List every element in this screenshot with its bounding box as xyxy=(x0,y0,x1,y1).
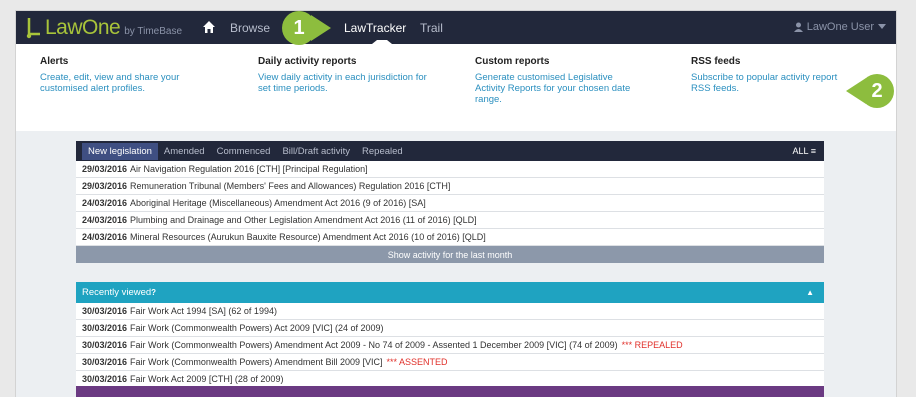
tab-commenced[interactable]: Commenced xyxy=(211,143,277,160)
row-date: 29/03/2016 xyxy=(82,181,128,191)
status-flag-assented: *** ASSENTED xyxy=(386,357,448,367)
bottom-panel-header[interactable] xyxy=(76,386,824,397)
submenu-title: Daily activity reports xyxy=(258,56,357,67)
all-filter-label: ALL xyxy=(792,146,809,156)
row-title[interactable]: Fair Work (Commonwealth Powers) Amendmen… xyxy=(130,357,382,367)
row-title[interactable]: Fair Work (Commonwealth Powers) Amendmen… xyxy=(130,340,618,350)
nav-trail[interactable]: Trail xyxy=(420,21,443,35)
top-navigation-bar: LawOne by TimeBase Browse LawTracker Tra… xyxy=(16,11,896,44)
submenu-description[interactable]: Create, edit, view and share your custom… xyxy=(40,72,210,94)
table-row[interactable]: 30/03/2016 Fair Work (Commonwealth Powers… xyxy=(76,337,824,354)
row-title[interactable]: Aboriginal Heritage (Miscellaneous) Amen… xyxy=(130,198,426,208)
hamburger-icon: ≡ xyxy=(810,146,816,156)
lawone-logo-icon xyxy=(26,18,40,39)
legislation-activity-panel: New legislation Amended Commenced Bill/D… xyxy=(76,141,824,263)
submenu-description[interactable]: Generate customised Legislative Activity… xyxy=(475,72,645,105)
row-date: 24/03/2016 xyxy=(82,215,128,225)
brand-name: LawOne xyxy=(45,16,121,39)
tab-bill-draft-activity[interactable]: Bill/Draft activity xyxy=(276,143,356,160)
row-title[interactable]: Plumbing and Drainage and Other Legislat… xyxy=(130,215,477,225)
recently-viewed-panel: Recently viewed? ▲ 30/03/2016 Fair Work A… xyxy=(76,282,824,388)
user-menu[interactable]: LawOne User xyxy=(793,21,886,33)
submenu-daily-activity-reports[interactable]: Daily activity reports View daily activi… xyxy=(258,56,438,94)
row-title[interactable]: Fair Work Act 2009 [CTH] (28 of 2009) xyxy=(130,374,283,384)
table-row[interactable]: 24/03/2016 Aboriginal Heritage (Miscellan… xyxy=(76,195,824,212)
collapse-icon[interactable]: ▲ xyxy=(806,288,814,297)
recently-viewed-header[interactable]: Recently viewed? ▲ xyxy=(76,282,824,303)
row-date: 24/03/2016 xyxy=(82,198,128,208)
main-content: New legislation Amended Commenced Bill/D… xyxy=(16,131,896,397)
table-row[interactable]: 29/03/2016 Air Navigation Regulation 2016… xyxy=(76,161,824,178)
submenu-title: Alerts xyxy=(40,56,69,67)
all-filter-menu[interactable]: ALL ≡ xyxy=(793,146,816,156)
table-row[interactable]: 24/03/2016 Plumbing and Drainage and Othe… xyxy=(76,212,824,229)
user-name: LawOne User xyxy=(806,21,874,33)
row-date: 24/03/2016 xyxy=(82,232,128,242)
nav-browse[interactable]: Browse xyxy=(230,21,270,35)
submenu-description[interactable]: View daily activity in each jurisdiction… xyxy=(258,72,438,94)
help-icon[interactable]: ? xyxy=(151,288,156,297)
lawtracker-submenu: Alerts Create, edit, view and share your… xyxy=(16,44,896,131)
callout-marker-1: 1 xyxy=(282,11,316,45)
tab-repealed[interactable]: Repealed xyxy=(356,143,409,160)
table-row[interactable]: 30/03/2016 Fair Work (Commonwealth Powers… xyxy=(76,320,824,337)
user-icon xyxy=(793,22,803,32)
row-title[interactable]: Fair Work Act 1994 [SA] (62 of 1994) xyxy=(130,306,277,316)
status-flag-repealed: *** REPEALED xyxy=(621,340,683,350)
submenu-description[interactable]: Subscribe to popular activity report RSS… xyxy=(691,72,851,94)
row-date: 30/03/2016 xyxy=(82,306,128,316)
row-title[interactable]: Fair Work (Commonwealth Powers) Act 2009… xyxy=(130,323,383,333)
row-date: 30/03/2016 xyxy=(82,374,128,384)
row-date: 30/03/2016 xyxy=(82,323,128,333)
row-date: 29/03/2016 xyxy=(82,164,128,174)
app-window: LawOne by TimeBase Browse LawTracker Tra… xyxy=(15,10,897,397)
row-title[interactable]: Air Navigation Regulation 2016 [CTH] [Pr… xyxy=(130,164,368,174)
row-title[interactable]: Mineral Resources (Aurukun Bauxite Resou… xyxy=(130,232,486,242)
tab-new-legislation[interactable]: New legislation xyxy=(82,142,158,160)
row-title[interactable]: Remuneration Tribunal (Members' Fees and… xyxy=(130,181,450,191)
submenu-custom-reports[interactable]: Custom reports Generate customised Legis… xyxy=(475,56,645,105)
table-row[interactable]: 30/03/2016 Fair Work (Commonwealth Powers… xyxy=(76,354,824,371)
legislation-tabs: New legislation Amended Commenced Bill/D… xyxy=(76,141,824,161)
submenu-title: Custom reports xyxy=(475,56,550,67)
nav-lawtracker[interactable]: LawTracker xyxy=(344,21,406,35)
show-more-button[interactable]: Show activity for the last month xyxy=(76,246,824,263)
table-row[interactable]: 30/03/2016 Fair Work Act 1994 [SA] (62 of… xyxy=(76,303,824,320)
recently-viewed-title: Recently viewed xyxy=(82,287,152,298)
brand-logo[interactable]: LawOne by TimeBase xyxy=(24,16,182,40)
callout-marker-2: 2 xyxy=(860,74,894,108)
table-row[interactable]: 29/03/2016 Remuneration Tribunal (Members… xyxy=(76,178,824,195)
brand-byline: by TimeBase xyxy=(124,25,183,37)
submenu-rss-feeds[interactable]: RSS feeds Subscribe to popular activity … xyxy=(691,56,851,94)
submenu-title: RSS feeds xyxy=(691,56,741,67)
home-icon[interactable] xyxy=(202,20,216,34)
submenu-alerts[interactable]: Alerts Create, edit, view and share your… xyxy=(40,56,210,94)
table-row[interactable]: 24/03/2016 Mineral Resources (Aurukun Bau… xyxy=(76,229,824,246)
row-date: 30/03/2016 xyxy=(82,340,128,350)
row-date: 30/03/2016 xyxy=(82,357,128,367)
tab-amended[interactable]: Amended xyxy=(158,143,211,160)
chevron-down-icon xyxy=(878,24,886,29)
